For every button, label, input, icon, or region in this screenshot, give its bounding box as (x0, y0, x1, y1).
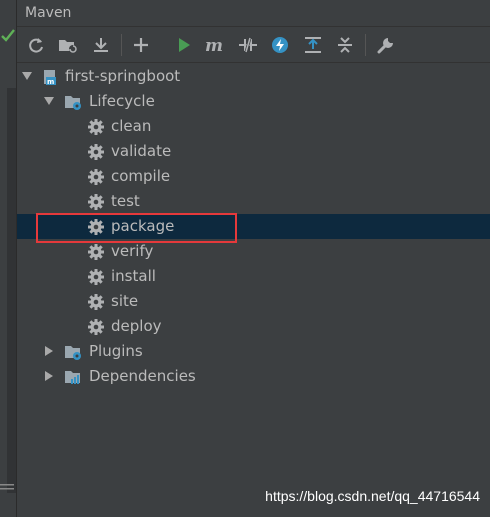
dependencies-folder-icon (65, 371, 80, 384)
svg-text:m: m (205, 37, 223, 53)
generate-sources-button[interactable] (57, 34, 79, 56)
goal-label: package (111, 217, 175, 235)
collapse-all-icon (338, 37, 352, 53)
maven-toolbar: m (17, 27, 490, 63)
checkmark-icon (1, 29, 15, 42)
show-dependencies-icon (305, 37, 321, 53)
gear-icon (88, 169, 104, 185)
add-icon (134, 38, 148, 52)
tree-node-goal-package[interactable]: package (17, 214, 490, 239)
execute-goal-icon: m (205, 37, 223, 53)
skip-tests-icon (272, 37, 288, 53)
run-button[interactable] (173, 34, 195, 56)
plugins-folder-icon (65, 346, 81, 360)
gear-icon (88, 269, 104, 285)
gear-icon (88, 194, 104, 210)
reimport-icon (29, 38, 43, 53)
tree-node-goal-validate[interactable]: validate (17, 139, 490, 164)
goal-label: test (111, 192, 140, 210)
download-icon (94, 38, 108, 52)
goal-label: site (111, 292, 139, 310)
skip-tests-button[interactable] (269, 34, 291, 56)
lifecycle-label: Lifecycle (89, 92, 155, 110)
tree-node-goal-test[interactable]: test (17, 189, 490, 214)
plugins-label: Plugins (89, 342, 143, 360)
maven-project-tree: m first-springboot Lifecycle clean valid… (17, 63, 490, 517)
tree-node-goal-deploy[interactable]: deploy (17, 314, 490, 339)
reimport-button[interactable] (25, 34, 47, 56)
goal-label: compile (111, 167, 171, 185)
gear-icon (88, 119, 104, 135)
lifecycle-folder-icon (65, 96, 81, 110)
goal-label: clean (111, 117, 152, 135)
show-dependencies-button[interactable] (302, 34, 324, 56)
gutter-strip (7, 88, 16, 493)
toolbar-separator (121, 34, 122, 56)
toggle-offline-icon (239, 37, 257, 53)
goal-label: verify (111, 242, 154, 260)
collapsed-arrow-icon[interactable] (44, 346, 54, 356)
equals-icon (0, 484, 14, 490)
settings-wrench-icon (377, 38, 393, 54)
collapsed-arrow-icon[interactable] (44, 371, 54, 381)
svg-text:m: m (47, 78, 54, 86)
collapse-all-button[interactable] (334, 34, 356, 56)
gear-icon (88, 219, 104, 235)
goal-label: install (111, 267, 156, 285)
gear-icon (88, 144, 104, 160)
gear-icon (88, 294, 104, 310)
tree-node-goal-clean[interactable]: clean (17, 114, 490, 139)
tree-node-plugins[interactable]: Plugins (17, 339, 490, 364)
toolbar-separator (365, 34, 366, 56)
expanded-arrow-icon[interactable] (22, 71, 32, 81)
editor-gutter (0, 0, 17, 517)
tree-node-goal-install[interactable]: install (17, 264, 490, 289)
maven-project-icon: m (44, 70, 56, 86)
expanded-arrow-icon[interactable] (44, 96, 54, 106)
download-sources-button[interactable] (90, 34, 112, 56)
goal-label: deploy (111, 317, 162, 335)
toggle-offline-button[interactable] (237, 34, 259, 56)
tool-window-title: Maven (25, 5, 72, 21)
tool-window-header: Maven (17, 0, 490, 27)
project-label: first-springboot (65, 67, 181, 85)
execute-goal-button[interactable]: m (204, 34, 226, 56)
tree-node-goal-compile[interactable]: compile (17, 164, 490, 189)
tree-node-project[interactable]: m first-springboot (17, 64, 490, 89)
maven-settings-button[interactable] (375, 34, 397, 56)
gear-icon (88, 319, 104, 335)
add-project-button[interactable] (130, 34, 152, 56)
tree-node-dependencies[interactable]: Dependencies (17, 364, 490, 389)
run-icon (179, 38, 190, 52)
generate-sources-icon (59, 40, 77, 53)
tree-node-goal-site[interactable]: site (17, 289, 490, 314)
watermark-text: https://blog.csdn.net/qq_44716544 (265, 488, 480, 504)
goal-label: validate (111, 142, 172, 160)
gear-icon (88, 244, 104, 260)
tree-node-goal-verify[interactable]: verify (17, 239, 490, 264)
dependencies-label: Dependencies (89, 367, 196, 385)
tree-node-lifecycle[interactable]: Lifecycle (17, 89, 490, 114)
